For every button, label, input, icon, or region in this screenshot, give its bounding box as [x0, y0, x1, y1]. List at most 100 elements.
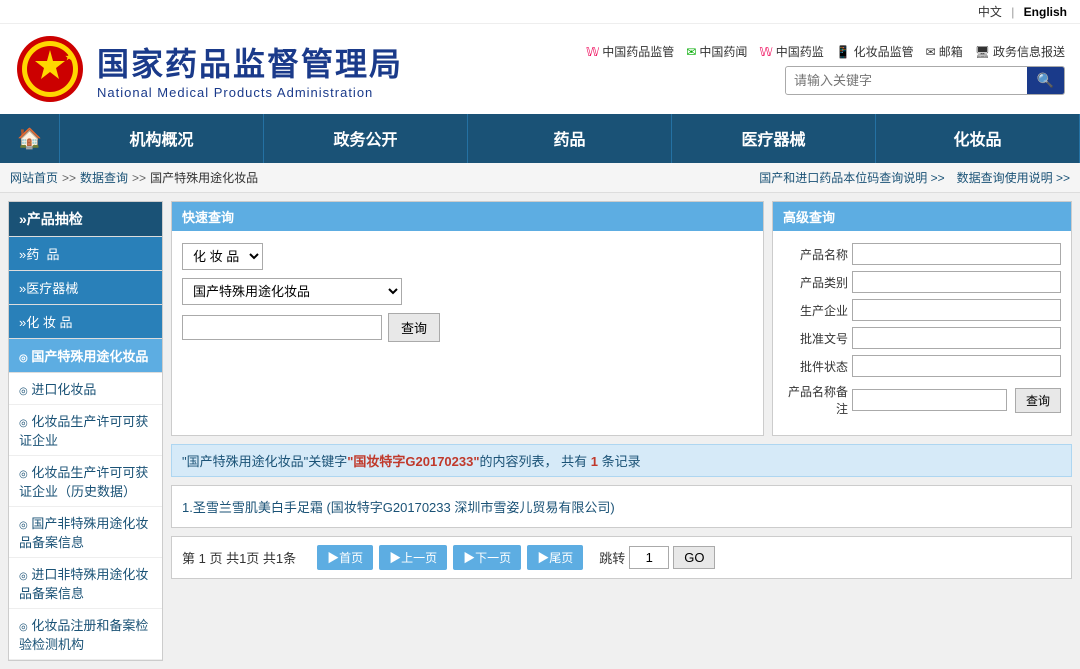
icon-link-gov[interactable]: 🖥 政务信息报送	[975, 43, 1065, 60]
sidebar-prefix-2: »	[19, 281, 26, 296]
sidebar-item-guochan-beian[interactable]: ◎ 国产非特殊用途化妆品备案信息	[9, 507, 162, 558]
page-last-button[interactable]: ▶尾页	[527, 545, 583, 570]
adv-row-4: 批准文号	[783, 327, 1061, 349]
search-area: 🔍	[785, 66, 1065, 95]
logo-text: 国家药品监督管理局 National Medical Products Admi…	[97, 39, 403, 100]
adv-row-1: 产品名称	[783, 243, 1061, 265]
adv-query-button[interactable]: 查询	[1015, 388, 1061, 413]
sidebar: »产品抽检 »药 品 »医疗器械 »化 妆 品 ◎ 国产特殊用途化妆品 ◎ 进口…	[8, 201, 163, 661]
sidebar-prefix-10: ◎	[19, 622, 28, 633]
form-row-select1: 化 妆 品	[182, 243, 753, 270]
sidebar-prefix-6: ◎	[19, 418, 28, 429]
adv-row-6: 产品名称备注 查询	[783, 383, 1061, 417]
icon-link-label-5: 邮箱	[939, 43, 963, 60]
form-row-input: 查询	[182, 313, 753, 342]
hzp-icon: 📱	[836, 45, 851, 59]
sidebar-prefix-7: ◎	[19, 469, 28, 480]
breadcrumb-bar: 网站首页 >> 数据查询 >> 国产特殊用途化妆品 国产和进口药品本位码查询说明…	[0, 163, 1080, 193]
adv-input-4[interactable]	[852, 327, 1061, 349]
result-item-1[interactable]: 1.圣雪兰雪肌美白手足霜 (国妆特字G20170233 深圳市雪姿儿贸易有限公司…	[182, 494, 1061, 519]
product-type-select[interactable]: 化 妆 品	[182, 243, 263, 270]
adv-row-3: 生产企业	[783, 299, 1061, 321]
quick-query-body: 化 妆 品 国产特殊用途化妆品 查询	[172, 231, 763, 362]
icon-link-label-4: 化妆品监管	[854, 43, 914, 60]
product-category-select[interactable]: 国产特殊用途化妆品	[182, 278, 402, 305]
pagination: 第 1 页 共1页 共1条 ▶首页 ▶上一页 ▶下一页 ▶尾页 跳转 1 GO	[171, 536, 1072, 579]
search-button[interactable]: 🔍	[1027, 67, 1064, 94]
sidebar-item-shengchanxuke-history[interactable]: ◎ 化妆品生产许可可获证企业（历史数据）	[9, 456, 162, 507]
sidebar-prefix-0: »	[19, 211, 27, 227]
form-row-select2: 国产特殊用途化妆品	[182, 278, 753, 305]
page-prev-button[interactable]: ▶上一页	[379, 545, 447, 570]
sidebar-item-yaopin[interactable]: »药 品	[9, 237, 162, 271]
breadcrumb-data[interactable]: 数据查询	[80, 169, 128, 186]
sidebar-item-shengchanxuke[interactable]: ◎ 化妆品生产许可可获证企业	[9, 405, 162, 456]
nav-item-yaopin[interactable]: 药品	[468, 114, 672, 163]
breadcrumb-data-link[interactable]: 数据查询使用说明 >>	[957, 169, 1070, 186]
breadcrumb-right-links: 国产和进口药品本位码查询说明 >> 数据查询使用说明 >>	[759, 169, 1070, 186]
breadcrumb-sep1: >>	[62, 171, 76, 185]
email-icon: ✉	[926, 45, 936, 59]
breadcrumb-yaopin-link[interactable]: 国产和进口药品本位码查询说明 >>	[759, 169, 944, 186]
nav-item-zhengwugongkai[interactable]: 政务公开	[264, 114, 468, 163]
top-nav-icons: 𝕎 中国药品监管 ✉ 中国药闻 𝕎 中国药监 📱 化妆品监管 ✉ 邮箱 🖥	[586, 43, 1065, 95]
results-header: "国产特殊用途化妆品"关键字"国妆特字G20170233"的内容列表， 共有 1…	[171, 444, 1072, 477]
logo-area: 国家药品监督管理局 National Medical Products Admi…	[15, 34, 403, 104]
search-input[interactable]	[786, 68, 1027, 93]
adv-input-5[interactable]	[852, 355, 1061, 377]
quick-query-button[interactable]: 查询	[388, 313, 440, 342]
icon-link-label-3: 中国药监	[776, 43, 824, 60]
content-area: »产品抽检 »药 品 »医疗器械 »化 妆 品 ◎ 国产特殊用途化妆品 ◎ 进口…	[0, 193, 1080, 669]
adv-row-2: 产品类别	[783, 271, 1061, 293]
page-jump-label: 跳转	[599, 548, 625, 567]
lang-english[interactable]: English	[1024, 5, 1067, 19]
main-nav: 🏠 机构概况 政务公开 药品 医疗器械 化妆品	[0, 114, 1080, 163]
breadcrumb: 网站首页 >> 数据查询 >> 国产特殊用途化妆品	[10, 169, 258, 186]
adv-input-1[interactable]	[852, 243, 1061, 265]
adv-input-6[interactable]	[852, 389, 1007, 411]
breadcrumb-home[interactable]: 网站首页	[10, 169, 58, 186]
sidebar-prefix-8: ◎	[19, 520, 28, 531]
adv-input-2[interactable]	[852, 271, 1061, 293]
adv-label-6: 产品名称备注	[783, 383, 848, 417]
sidebar-prefix-9: ◎	[19, 571, 28, 582]
icon-link-email[interactable]: ✉ 邮箱	[926, 43, 963, 60]
icon-link-wechat[interactable]: ✉ 中国药闻	[686, 43, 747, 60]
icon-link-weibo[interactable]: 𝕎 中国药品监管	[586, 43, 674, 60]
page-first-button[interactable]: ▶首页	[317, 545, 373, 570]
lang-separator: |	[1011, 5, 1014, 19]
page-info: 第 1 页 共1页 共1条	[182, 548, 296, 567]
sidebar-item-choujian[interactable]: »产品抽检	[9, 202, 162, 237]
nav-item-yiliao[interactable]: 医疗器械	[672, 114, 876, 163]
weibo-icon: 𝕎	[586, 45, 599, 59]
adv-input-3[interactable]	[852, 299, 1061, 321]
sidebar-item-huazhuang[interactable]: »化 妆 品	[9, 305, 162, 339]
page-jump-input[interactable]: 1	[629, 546, 669, 569]
quick-search-input[interactable]	[182, 315, 382, 340]
sidebar-item-jiancejigou[interactable]: ◎ 化妆品注册和备案检验检测机构	[9, 609, 162, 660]
site-title-en: National Medical Products Administration	[97, 85, 403, 100]
nav-item-jigoukuang[interactable]: 机构概况	[60, 114, 264, 163]
icon-link-label-1: 中国药品监管	[602, 43, 674, 60]
icon-link-hzp[interactable]: 📱 化妆品监管	[836, 43, 914, 60]
adv-label-3: 生产企业	[783, 302, 848, 319]
page-next-button[interactable]: ▶下一页	[453, 545, 521, 570]
nav-home[interactable]: 🏠	[0, 114, 60, 163]
language-bar: 中文 | English	[0, 0, 1080, 24]
sidebar-prefix-4: ◎	[19, 353, 28, 364]
icon-link-label-2: 中国药闻	[699, 43, 747, 60]
sidebar-item-guochan-teshu[interactable]: ◎ 国产特殊用途化妆品	[9, 339, 162, 373]
logo-emblem	[15, 34, 85, 104]
page-jump: 跳转 1 GO	[599, 546, 715, 569]
page-go-button[interactable]: GO	[673, 546, 715, 569]
icon-link-yj[interactable]: 𝕎 中国药监	[759, 43, 823, 60]
sidebar-prefix-5: ◎	[19, 386, 28, 397]
nav-item-huazhuangpin[interactable]: 化妆品	[876, 114, 1080, 163]
lang-chinese[interactable]: 中文	[978, 5, 1002, 19]
icon-links-row: 𝕎 中国药品监管 ✉ 中国药闻 𝕎 中国药监 📱 化妆品监管 ✉ 邮箱 🖥	[586, 43, 1065, 60]
sidebar-item-jinkoubeian[interactable]: ◎ 进口非特殊用途化妆品备案信息	[9, 558, 162, 609]
results-list: 1.圣雪兰雪肌美白手足霜 (国妆特字G20170233 深圳市雪姿儿贸易有限公司…	[171, 485, 1072, 528]
sidebar-item-jinkouhuazhuang[interactable]: ◎ 进口化妆品	[9, 373, 162, 405]
quick-query-panel: 快速查询 化 妆 品 国产特殊用途化妆品 查询	[171, 201, 764, 436]
sidebar-item-yiliao[interactable]: »医疗器械	[9, 271, 162, 305]
